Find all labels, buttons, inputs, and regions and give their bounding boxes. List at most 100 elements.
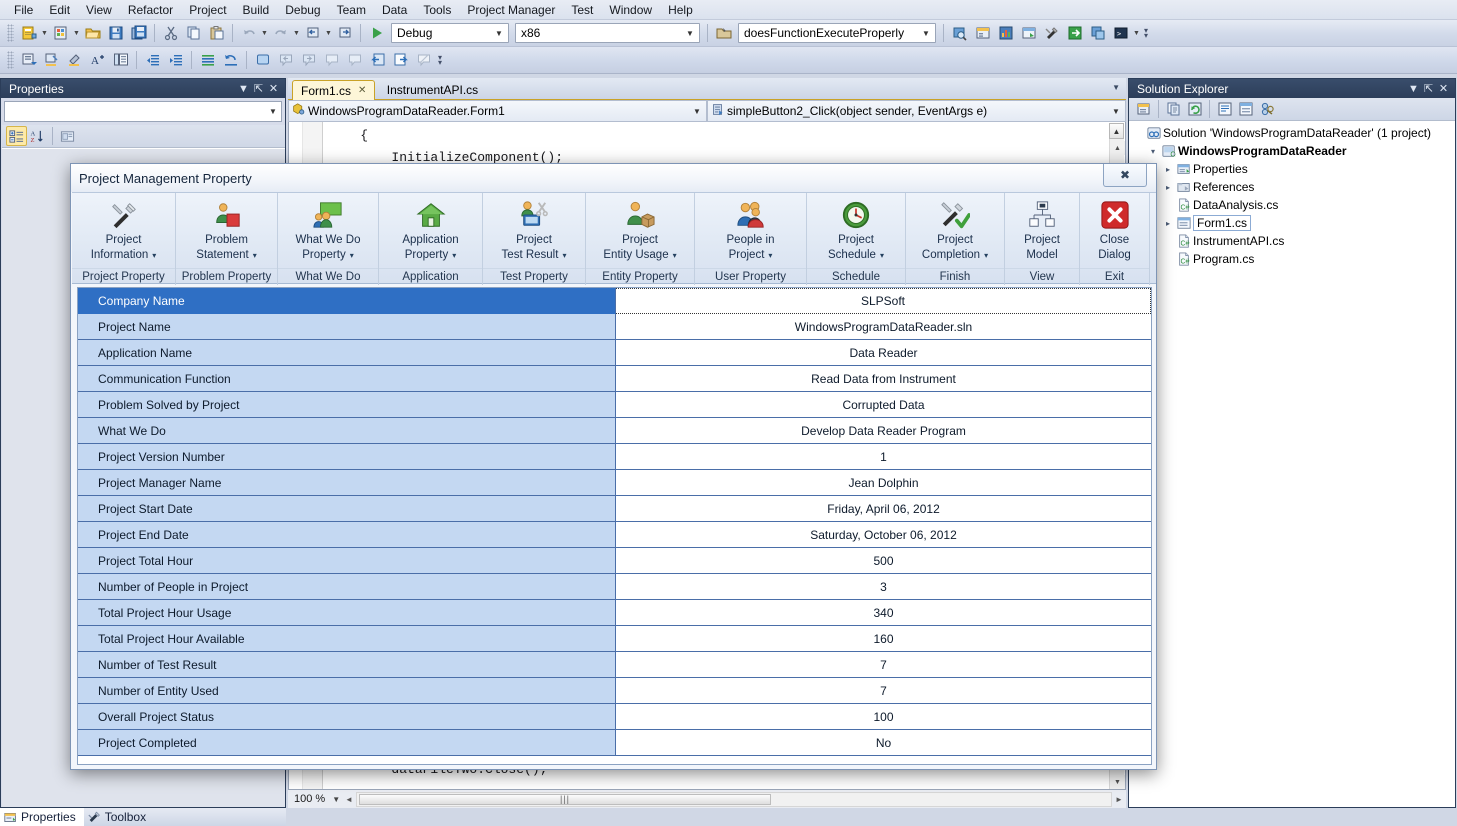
toolbar2-overflow-icon[interactable]: ▾ ▾ bbox=[435, 54, 445, 67]
editor-tab-InstrumentAPI-cs[interactable]: InstrumentAPI.cs bbox=[379, 80, 486, 100]
editor-tab-Form1-cs[interactable]: Form1.cs ✕ bbox=[292, 80, 376, 100]
panel-menu-icon[interactable]: ▼ bbox=[1406, 83, 1421, 95]
property-key-cell[interactable]: Project End Date bbox=[78, 522, 616, 548]
property-row[interactable]: Number of Entity Used 7 bbox=[78, 678, 1151, 704]
chevron-down-icon[interactable]: ▼ bbox=[683, 29, 697, 38]
chevron-down-icon[interactable]: ▾ bbox=[452, 251, 456, 260]
property-value-cell[interactable]: 340 bbox=[616, 600, 1151, 626]
dialog-close-button[interactable]: ✖ bbox=[1103, 164, 1147, 187]
undo-format-icon[interactable] bbox=[220, 50, 241, 71]
property-key-cell[interactable]: Project Manager Name bbox=[78, 470, 616, 496]
decrease-indent-icon[interactable] bbox=[142, 50, 163, 71]
property-pages-icon[interactable] bbox=[57, 126, 78, 146]
view-code-icon[interactable] bbox=[1214, 99, 1235, 119]
copy-icon[interactable] bbox=[183, 23, 204, 44]
property-key-cell[interactable]: Number of Test Result bbox=[78, 652, 616, 678]
menu-file[interactable]: File bbox=[6, 1, 41, 19]
increase-indent-icon[interactable] bbox=[165, 50, 186, 71]
property-key-cell[interactable]: Project Start Date bbox=[78, 496, 616, 522]
expander-icon[interactable]: ▸ bbox=[1161, 219, 1175, 228]
property-key-cell[interactable]: Application Name bbox=[78, 340, 616, 366]
property-value-cell[interactable]: Jean Dolphin bbox=[616, 470, 1151, 496]
solution-tree-node[interactable]: ▾ C#WindowsProgramDataReader bbox=[1129, 142, 1455, 160]
close-icon[interactable]: ✕ bbox=[1436, 82, 1451, 95]
property-value-cell[interactable]: Friday, April 06, 2012 bbox=[616, 496, 1151, 522]
ribbon-button-application-property[interactable]: Application Property ▾ bbox=[379, 193, 482, 268]
clear-bookmarks-icon[interactable] bbox=[413, 50, 434, 71]
property-row[interactable]: Application Name Data Reader bbox=[78, 340, 1151, 366]
ribbon-button-problem-statement[interactable]: Problem Statement ▾ bbox=[176, 193, 277, 268]
solution-tree-node[interactable]: ▸ Form1.cs bbox=[1129, 214, 1455, 232]
previous-bookmark-icon[interactable] bbox=[275, 50, 296, 71]
editor-horizontal-scrollbar[interactable]: ||| bbox=[356, 791, 1112, 807]
zoom-level[interactable]: 100 % ▼ bbox=[288, 793, 342, 805]
uncomment-selection-icon[interactable] bbox=[64, 50, 85, 71]
go-icon[interactable] bbox=[1064, 23, 1085, 44]
chevron-down-icon[interactable]: ▼ bbox=[332, 795, 340, 804]
property-row[interactable]: Project Start Date Friday, April 06, 2012 bbox=[78, 496, 1151, 522]
categorized-view-icon[interactable] bbox=[6, 126, 27, 146]
class-view-icon[interactable] bbox=[1256, 99, 1277, 119]
property-value-cell[interactable]: 7 bbox=[616, 652, 1151, 678]
property-row[interactable]: Number of Test Result 7 bbox=[78, 652, 1151, 678]
chevron-down-icon[interactable]: ▾ bbox=[673, 251, 677, 260]
format-font-icon[interactable]: A bbox=[87, 50, 108, 71]
undo-icon[interactable] bbox=[238, 23, 259, 44]
property-row[interactable]: Project Total Hour 500 bbox=[78, 548, 1151, 574]
property-key-cell[interactable]: What We Do bbox=[78, 418, 616, 444]
ribbon-button-project-information[interactable]: Project Information ▾ bbox=[72, 193, 175, 268]
editor-split-handle[interactable]: ▲ bbox=[1109, 123, 1124, 139]
menu-project[interactable]: Project bbox=[181, 1, 234, 19]
format-document-icon[interactable] bbox=[197, 50, 218, 71]
menu-team[interactable]: Team bbox=[329, 1, 374, 19]
command-dropdown-icon[interactable]: ▼ bbox=[1132, 23, 1141, 44]
scroll-up-arrow-icon[interactable]: ▲ bbox=[1110, 141, 1125, 155]
chevron-down-icon[interactable]: ▾ bbox=[984, 251, 988, 260]
solution-tree-node[interactable]: ▸ Properties bbox=[1129, 160, 1455, 178]
show-all-files-icon[interactable] bbox=[1163, 99, 1184, 119]
property-row[interactable]: Number of People in Project 3 bbox=[78, 574, 1151, 600]
property-key-cell[interactable]: Project Total Hour bbox=[78, 548, 616, 574]
display-all-members-icon[interactable] bbox=[18, 50, 39, 71]
menu-tools[interactable]: Tools bbox=[415, 1, 459, 19]
chevron-down-icon[interactable]: ▼ bbox=[690, 107, 704, 116]
property-row[interactable]: Total Project Hour Available 160 bbox=[78, 626, 1151, 652]
chevron-down-icon[interactable]: ▼ bbox=[919, 29, 933, 38]
bottom-tab-toolbox[interactable]: Toolbox bbox=[84, 808, 154, 826]
expander-icon[interactable]: ▸ bbox=[1161, 165, 1175, 174]
open-file-icon[interactable] bbox=[82, 23, 103, 44]
cut-icon[interactable] bbox=[160, 23, 181, 44]
navigate-backward-icon[interactable] bbox=[302, 23, 323, 44]
menu-help[interactable]: Help bbox=[660, 1, 701, 19]
property-value-cell[interactable]: Corrupted Data bbox=[616, 392, 1151, 418]
panel-menu-icon[interactable]: ▼ bbox=[236, 83, 251, 95]
property-value-cell[interactable]: 100 bbox=[616, 704, 1151, 730]
ribbon-button-project-test-result[interactable]: Project Test Result ▾ bbox=[483, 193, 585, 268]
property-key-cell[interactable]: Project Name bbox=[78, 314, 616, 340]
property-value-cell[interactable]: 500 bbox=[616, 548, 1151, 574]
property-key-cell[interactable]: Overall Project Status bbox=[78, 704, 616, 730]
scroll-left-arrow-icon[interactable]: ◄ bbox=[342, 795, 356, 804]
property-value-cell[interactable]: 160 bbox=[616, 626, 1151, 652]
chevron-down-icon[interactable]: ▾ bbox=[562, 251, 566, 260]
property-value-cell[interactable]: 7 bbox=[616, 678, 1151, 704]
navigate-dropdown-icon[interactable]: ▼ bbox=[324, 23, 333, 44]
comment-selection-icon[interactable] bbox=[41, 50, 62, 71]
add-item-icon[interactable] bbox=[50, 23, 71, 44]
menu-window[interactable]: Window bbox=[601, 1, 660, 19]
ribbon-button-project-entity-usage[interactable]: Project Entity Usage ▾ bbox=[586, 193, 694, 268]
build-configuration-combo[interactable]: Debug ▼ bbox=[391, 23, 509, 43]
property-value-cell[interactable]: 3 bbox=[616, 574, 1151, 600]
member-combo[interactable]: simpleButton2_Click(object sender, Event… bbox=[707, 100, 1126, 122]
property-row[interactable]: Company Name SLPSoft bbox=[78, 288, 1151, 314]
add-item-dropdown-icon[interactable]: ▼ bbox=[72, 23, 81, 44]
start-debugging-icon[interactable] bbox=[366, 23, 387, 44]
menu-debug[interactable]: Debug bbox=[277, 1, 328, 19]
paste-icon[interactable] bbox=[206, 23, 227, 44]
navigate-forward-icon[interactable] bbox=[334, 23, 355, 44]
property-row[interactable]: Communication Function Read Data from Ins… bbox=[78, 366, 1151, 392]
save-all-icon[interactable] bbox=[128, 23, 149, 44]
toolbar-overflow-icon[interactable]: ▾ ▾ bbox=[1141, 27, 1151, 40]
toolbar2-grip[interactable] bbox=[7, 51, 14, 69]
solution-tree-node[interactable]: C# Program.cs bbox=[1129, 250, 1455, 268]
